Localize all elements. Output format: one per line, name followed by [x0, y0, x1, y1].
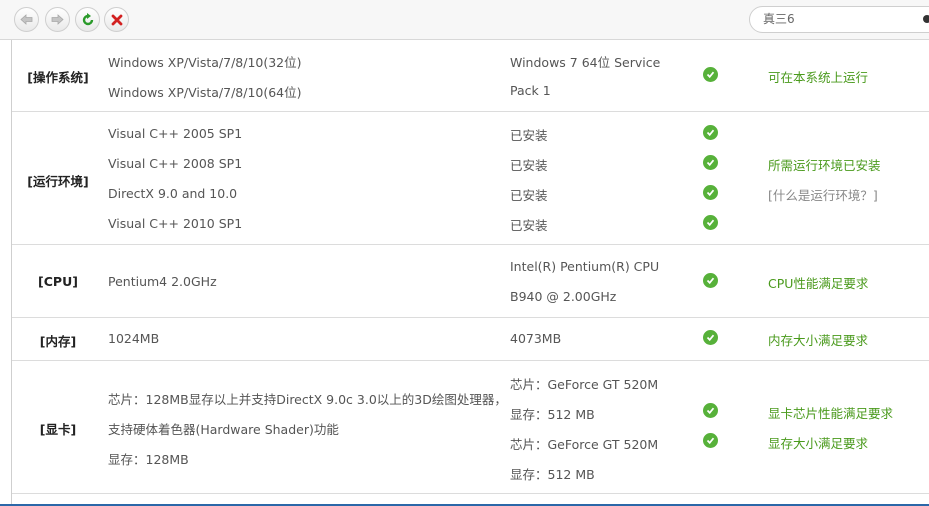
current-value: 已安装: [510, 218, 548, 233]
stop-button[interactable]: [104, 7, 129, 32]
row-runtime: [运行环境] Visual C++ 2005 SP1 Visual C++ 20…: [12, 112, 929, 245]
current-value: 芯片：GeForce GT 520M: [510, 437, 659, 452]
requirement-text: Pentium4 2.0GHz: [108, 274, 217, 289]
category-label: [显卡]: [39, 422, 77, 437]
requirement-text: Windows XP/Vista/7/8/10(32位): [108, 55, 302, 70]
close-icon: [111, 14, 123, 26]
requirement-text: 芯片：128MB显存以上并支持DirectX 9.0c 3.0以上的3D绘图处理…: [108, 392, 507, 407]
requirement-text: Visual C++ 2010 SP1: [108, 216, 243, 231]
refresh-button[interactable]: [75, 7, 100, 32]
forward-button[interactable]: [45, 7, 70, 32]
check-icon: [703, 155, 718, 170]
current-value: 已安装: [510, 188, 548, 203]
back-button[interactable]: [14, 7, 39, 32]
current-value: Intel(R) Pentium(R) CPU: [510, 259, 660, 274]
result-text: 所需运行环境已安装: [768, 158, 881, 173]
category-label: [CPU]: [38, 274, 78, 289]
current-value: B940 @ 2.00GHz: [510, 289, 617, 304]
check-icon: [703, 125, 718, 140]
runtime-help-link[interactable]: [什么是运行环境？]: [768, 185, 878, 204]
current-value: Pack 1: [510, 83, 551, 98]
check-icon: [703, 67, 718, 82]
requirement-text: 显存：128MB: [108, 452, 189, 467]
current-value: 显存：512 MB: [510, 407, 595, 422]
category-label: [操作系统]: [27, 70, 89, 85]
row-gpu: [显卡] 芯片：128MB显存以上并支持DirectX 9.0c 3.0以上的3…: [12, 361, 929, 494]
refresh-icon: [81, 12, 95, 27]
forward-arrow-icon: [51, 13, 64, 26]
result-text: 内存大小满足要求: [768, 333, 869, 348]
category-label: [运行环境]: [27, 174, 89, 189]
result-text: 显存大小满足要求: [768, 436, 869, 451]
back-arrow-icon: [20, 13, 33, 26]
row-os: [操作系统] Windows XP/Vista/7/8/10(32位) Wind…: [12, 40, 929, 112]
category-label: [内存]: [39, 334, 77, 349]
requirements-table: [操作系统] Windows XP/Vista/7/8/10(32位) Wind…: [11, 40, 929, 506]
row-cpu: [CPU] Pentium4 2.0GHz Intel(R) Pentium(R…: [12, 245, 929, 318]
result-text: 可在本系统上运行: [768, 70, 869, 85]
result-text: CPU性能满足要求: [768, 276, 869, 291]
requirement-text: Visual C++ 2008 SP1: [108, 156, 243, 171]
current-value: 芯片：GeForce GT 520M: [510, 377, 659, 392]
result-text: 显卡芯片性能满足要求: [768, 406, 894, 421]
requirement-text: Windows XP/Vista/7/8/10(64位): [108, 85, 302, 100]
current-value: 已安装: [510, 158, 548, 173]
current-value: 4073MB: [510, 331, 562, 346]
check-icon: [703, 433, 718, 448]
requirement-text: Visual C++ 2005 SP1: [108, 126, 243, 141]
check-icon: [703, 215, 718, 230]
requirement-text: 1024MB: [108, 331, 160, 346]
check-icon: [703, 403, 718, 418]
search-icon[interactable]: [923, 15, 929, 23]
current-value: 显存：512 MB: [510, 467, 595, 482]
check-icon: [703, 330, 718, 345]
check-icon: [703, 273, 718, 288]
current-value: 已安装: [510, 128, 548, 143]
search-input[interactable]: 真三6: [749, 6, 929, 33]
requirement-text: 支持硬体着色器(Hardware Shader)功能: [108, 422, 339, 437]
current-value: Windows 7 64位 Service: [510, 55, 661, 70]
row-memory: [内存] 1024MB 4073MB 内存大小满足要求: [12, 318, 929, 361]
requirement-text: DirectX 9.0 and 10.0: [108, 186, 238, 201]
browser-toolbar: 真三6: [0, 0, 929, 40]
check-icon: [703, 185, 718, 200]
